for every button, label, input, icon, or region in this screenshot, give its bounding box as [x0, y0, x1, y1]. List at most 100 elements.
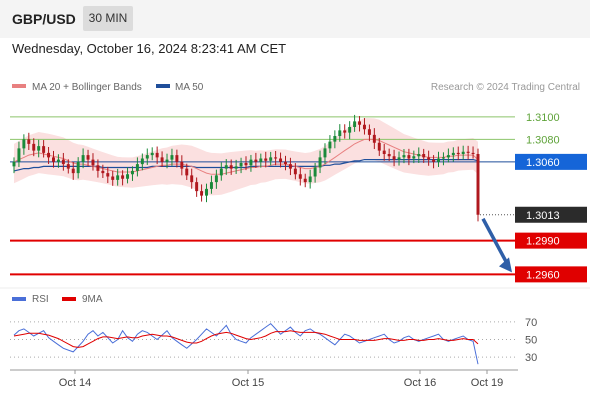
- candle-body: [456, 152, 460, 154]
- candle-body: [427, 157, 431, 160]
- candle-body: [284, 161, 287, 165]
- candle-body: [101, 170, 105, 174]
- candle-body: [476, 154, 480, 215]
- candle-body: [86, 155, 90, 160]
- candle-body: [229, 165, 233, 169]
- candle-body: [205, 188, 208, 196]
- candle-body: [318, 157, 322, 168]
- candle-body: [358, 121, 362, 125]
- candle-body: [91, 159, 95, 166]
- candle-body: [165, 159, 169, 162]
- candle-body: [234, 166, 238, 169]
- candle-body: [279, 158, 283, 162]
- candle-body: [441, 157, 445, 159]
- candle-body: [239, 163, 243, 167]
- candle-body: [121, 175, 125, 179]
- candle-body: [219, 168, 223, 176]
- candle-body: [293, 168, 297, 175]
- candle-body: [81, 155, 85, 162]
- candle-body: [372, 134, 376, 143]
- candle-body: [313, 167, 317, 177]
- candle-body: [254, 159, 258, 162]
- candle-body: [362, 124, 366, 130]
- candle-body: [116, 175, 120, 180]
- candle-body: [170, 155, 174, 160]
- candle-body: [135, 164, 139, 171]
- credit-text: Research © 2024 Trading Central: [431, 82, 580, 93]
- candle-body: [66, 164, 70, 169]
- rsi-ma-legend-label: 9MA: [82, 294, 103, 305]
- candle-body: [333, 136, 337, 142]
- candle-body: [209, 182, 213, 189]
- candle-body: [47, 152, 51, 158]
- x-tick-label: Oct 14: [59, 377, 91, 389]
- candle-body: [382, 150, 386, 154]
- rsi-tick-label: 70: [525, 317, 537, 329]
- candle-body: [145, 155, 149, 159]
- candle-body: [160, 157, 164, 162]
- candle-body: [446, 155, 450, 158]
- candle-body: [140, 158, 144, 165]
- support-label: 1.2990: [526, 236, 560, 248]
- candle-body: [471, 152, 475, 154]
- candle-body: [274, 157, 278, 159]
- ma20-legend-swatch: [12, 84, 26, 88]
- candle-body: [323, 148, 327, 158]
- x-tick-label: Oct 19: [471, 377, 503, 389]
- candle-body: [377, 142, 381, 151]
- candle-body: [111, 176, 115, 180]
- candle-body: [407, 155, 411, 159]
- rsi-ma-legend-swatch: [62, 297, 76, 301]
- resistance-label: 1.3100: [526, 112, 560, 124]
- candle-body: [126, 174, 130, 179]
- candle-body: [96, 165, 100, 171]
- candle-body: [422, 154, 426, 158]
- candle-body: [417, 154, 421, 157]
- candle-body: [155, 152, 159, 158]
- candle-body: [392, 156, 396, 160]
- x-tick-label: Oct 16: [404, 377, 436, 389]
- ma20-legend-label: MA 20 + Bollinger Bands: [32, 82, 142, 93]
- candle-body: [328, 141, 332, 149]
- candle-body: [387, 154, 391, 157]
- candle-body: [288, 164, 292, 169]
- rsi-legend-label: RSI: [32, 294, 49, 305]
- resistance-label: 1.3080: [526, 134, 560, 146]
- candle-body: [22, 139, 26, 149]
- candle-body: [27, 139, 31, 144]
- candle-body: [343, 130, 347, 133]
- candle-body: [17, 148, 21, 162]
- candle-body: [402, 155, 406, 158]
- candle-body: [466, 151, 470, 153]
- price-chart: MA 20 + Bollinger Bands MA 50 Research ©…: [0, 82, 590, 389]
- candle-body: [52, 157, 55, 162]
- candle-body: [150, 152, 154, 156]
- candle-body: [61, 159, 65, 165]
- candle-body: [106, 173, 110, 177]
- rsi-line: [13, 322, 479, 365]
- last-price-label: 1.3013: [526, 210, 560, 222]
- candle-body: [308, 176, 312, 183]
- candle-body: [244, 163, 248, 166]
- candle-body: [348, 127, 352, 133]
- candle-body: [461, 151, 465, 154]
- pivot-label: 1.3060: [526, 157, 560, 169]
- candle-body: [353, 121, 357, 127]
- candle-body: [37, 146, 41, 151]
- candle-body: [451, 152, 455, 156]
- candle-body: [367, 129, 371, 135]
- candle-body: [298, 174, 302, 179]
- candle-body: [56, 159, 60, 162]
- ma50-legend-label: MA 50: [175, 82, 204, 93]
- candle-body: [259, 158, 263, 162]
- ma50-legend-swatch: [156, 84, 170, 88]
- x-tick-label: Oct 15: [232, 377, 264, 389]
- candle-body: [195, 182, 199, 192]
- candle-body: [214, 175, 218, 183]
- rsi-tick-label: 30: [525, 352, 537, 364]
- candle-body: [249, 159, 253, 166]
- candle-body: [412, 156, 416, 159]
- candle-body: [185, 168, 189, 176]
- candle-body: [130, 170, 134, 175]
- candle-body: [190, 175, 194, 183]
